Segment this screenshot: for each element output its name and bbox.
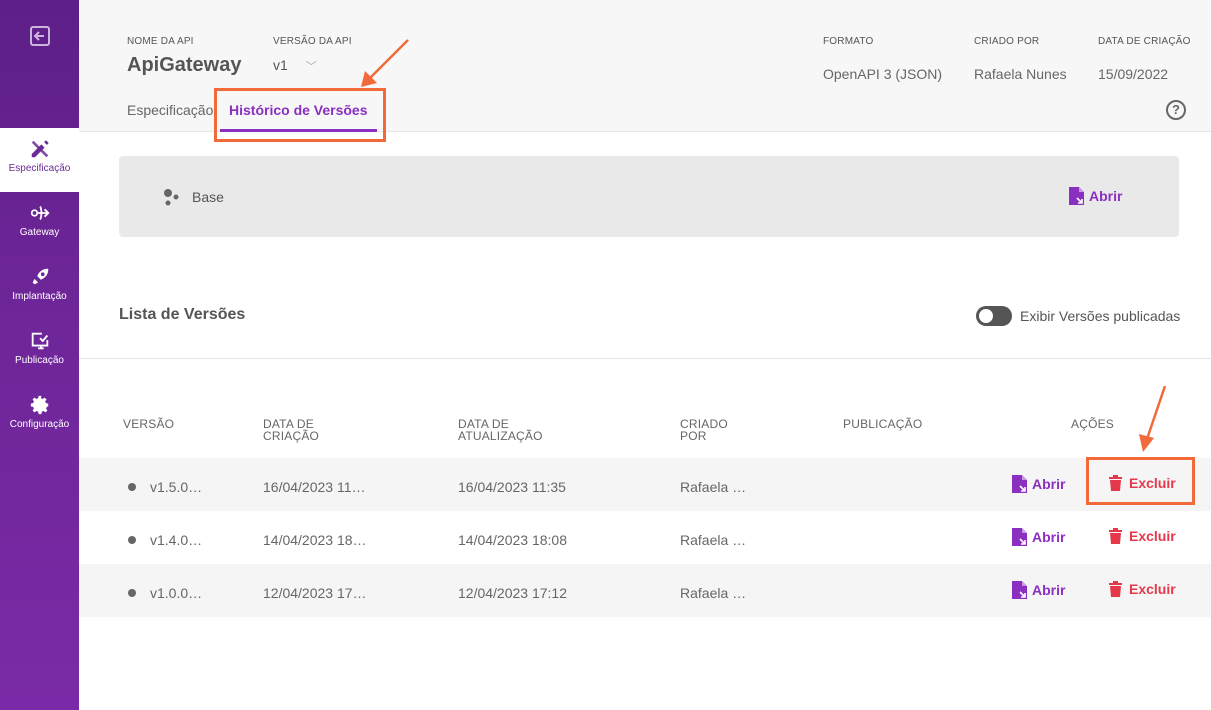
row-created-by: Rafaela … bbox=[680, 585, 747, 601]
sidebar-item-label: Implantação bbox=[12, 291, 67, 302]
col-header-created: DATA DE CRIAÇÃO bbox=[263, 418, 319, 442]
tab-especificacao[interactable]: Especificação bbox=[127, 102, 213, 118]
divider bbox=[79, 358, 1211, 359]
open-label: Abrir bbox=[1032, 582, 1066, 598]
show-published-toggle[interactable] bbox=[976, 306, 1012, 326]
toggle-knob bbox=[979, 309, 993, 323]
row-created: 12/04/2023 17… bbox=[263, 585, 367, 601]
sidebar-item-label: Publicação bbox=[15, 355, 64, 366]
row-updated: 16/04/2023 11:35 bbox=[458, 479, 566, 495]
row-updated: 14/04/2023 18:08 bbox=[458, 532, 567, 548]
open-version-button[interactable]: Abrir bbox=[1012, 528, 1065, 546]
api-name: ApiGateway bbox=[127, 54, 242, 76]
sidebar-item-label: Configuração bbox=[9, 419, 70, 430]
col-header-created-by: CRIADO POR bbox=[680, 418, 728, 442]
file-open-icon bbox=[1012, 475, 1027, 493]
open-label: Abrir bbox=[1032, 476, 1066, 492]
col-header-publication: PUBLICAÇÃO bbox=[843, 417, 923, 431]
format-label: FORMATO bbox=[823, 36, 874, 47]
open-version-button[interactable]: Abrir bbox=[1012, 581, 1065, 599]
row-created: 16/04/2023 11… bbox=[263, 479, 366, 495]
branch-icon bbox=[163, 188, 181, 206]
sidebar-item-label: Especificação bbox=[8, 163, 71, 174]
format-value: OpenAPI 3 (JSON) bbox=[823, 66, 943, 82]
sidebar-item-label: Gateway bbox=[19, 227, 60, 238]
version-dot-icon bbox=[128, 536, 136, 544]
trash-icon bbox=[1109, 581, 1122, 597]
delete-label: Excluir bbox=[1129, 528, 1176, 544]
col-header-updated-line2: ATUALIZAÇÃO bbox=[458, 429, 543, 443]
row-updated: 12/04/2023 17:12 bbox=[458, 585, 567, 601]
col-header-updated: DATA DE ATUALIZAÇÃO bbox=[458, 418, 543, 442]
version-label: VERSÃO DA API bbox=[273, 36, 352, 47]
version-value: v1 bbox=[273, 57, 288, 73]
table-row: v1.4.0… 14/04/2023 18… 14/04/2023 18:08 … bbox=[79, 511, 1211, 564]
open-version-button[interactable]: Abrir bbox=[1012, 475, 1065, 493]
gateway-icon bbox=[29, 202, 51, 224]
exit-icon[interactable] bbox=[28, 24, 52, 48]
row-version: v1.5.0… bbox=[150, 479, 203, 495]
api-name-label: NOME DA API bbox=[127, 36, 194, 47]
file-open-icon bbox=[1012, 581, 1027, 599]
sidebar-item-publicacao[interactable]: Publicação bbox=[0, 320, 79, 384]
sidebar: Especificação Gateway Implantação Public… bbox=[0, 0, 79, 710]
created-date-label: DATA DE CRIAÇÃO bbox=[1098, 36, 1191, 47]
chevron-down-icon: ﹀ bbox=[305, 61, 317, 73]
created-date-value: 15/09/2022 bbox=[1098, 66, 1169, 82]
row-created-by: Rafaela … bbox=[680, 479, 747, 495]
base-label: Base bbox=[192, 189, 224, 205]
help-icon[interactable]: ? bbox=[1166, 100, 1186, 120]
version-dot-icon bbox=[128, 483, 136, 491]
delete-version-button[interactable]: Excluir bbox=[1109, 581, 1176, 597]
base-card: Base Abrir bbox=[119, 156, 1179, 237]
table-row: v1.0.0… 12/04/2023 17… 12/04/2023 17:12 … bbox=[79, 564, 1211, 617]
row-created: 14/04/2023 18… bbox=[263, 532, 367, 548]
trash-icon bbox=[1109, 528, 1122, 544]
annotation-arrow-icon bbox=[1139, 385, 1167, 452]
sidebar-item-configuracao[interactable]: Configuração bbox=[0, 384, 79, 448]
sidebar-item-gateway[interactable]: Gateway bbox=[0, 192, 79, 256]
row-version: v1.0.0… bbox=[150, 585, 203, 601]
version-dot-icon bbox=[128, 589, 136, 597]
gear-icon bbox=[29, 394, 51, 416]
sidebar-item-especificacao[interactable]: Especificação bbox=[0, 128, 79, 192]
delete-label: Excluir bbox=[1129, 581, 1176, 597]
col-header-actions: AÇÕES bbox=[1071, 417, 1115, 431]
rocket-icon bbox=[29, 266, 51, 288]
col-header-by-line2: POR bbox=[680, 429, 707, 443]
col-header-version: VERSÃO bbox=[123, 417, 175, 431]
file-open-icon bbox=[1069, 187, 1084, 205]
delete-version-button[interactable]: Excluir bbox=[1109, 528, 1176, 544]
row-version: v1.4.0… bbox=[150, 532, 203, 548]
version-select[interactable]: v1 ﹀ bbox=[273, 57, 317, 74]
show-published-label: Exibir Versões publicadas bbox=[1020, 308, 1181, 324]
annotation-arrow-icon bbox=[361, 39, 409, 87]
versions-title: Lista de Versões bbox=[119, 306, 246, 323]
open-label: Abrir bbox=[1032, 529, 1066, 545]
open-base-button[interactable]: Abrir bbox=[1069, 187, 1122, 205]
created-by-label: CRIADO POR bbox=[974, 36, 1040, 47]
open-label: Abrir bbox=[1089, 188, 1123, 204]
pencil-ruler-icon bbox=[29, 138, 51, 160]
row-created-by: Rafaela … bbox=[680, 532, 747, 548]
annotation-highlight-tab bbox=[214, 88, 386, 142]
file-open-icon bbox=[1012, 528, 1027, 546]
table-row: v1.5.0… 16/04/2023 11… 16/04/2023 11:35 … bbox=[79, 458, 1211, 511]
sidebar-item-implantacao[interactable]: Implantação bbox=[0, 256, 79, 320]
annotation-highlight-delete bbox=[1086, 457, 1195, 505]
publish-icon bbox=[29, 330, 51, 352]
col-header-created-line2: CRIAÇÃO bbox=[263, 429, 320, 443]
created-by-value: Rafaela Nunes bbox=[974, 66, 1067, 82]
